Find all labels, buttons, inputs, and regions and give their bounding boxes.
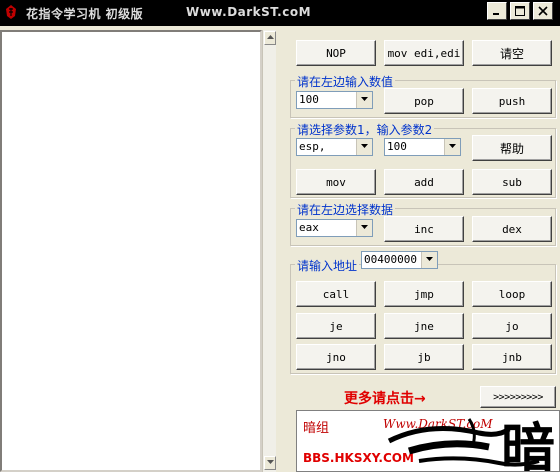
scroll-down-button[interactable] bbox=[264, 456, 276, 470]
brush-logo-icon: 暗 bbox=[387, 416, 555, 472]
more-link-text: 更多请点击→ bbox=[344, 391, 426, 407]
value-combo-text: 100 bbox=[299, 93, 319, 106]
value-combo[interactable]: 100 bbox=[296, 91, 373, 109]
param2-combo-arrow[interactable] bbox=[444, 139, 460, 155]
maximize-icon bbox=[515, 6, 525, 16]
nop-button[interactable]: NOP bbox=[296, 40, 376, 66]
close-icon bbox=[538, 6, 548, 16]
param2-combo-text: 100 bbox=[387, 140, 407, 153]
inc-button[interactable]: inc bbox=[384, 216, 464, 242]
arrow-up-icon bbox=[266, 35, 274, 39]
address-combo-arrow[interactable] bbox=[421, 252, 437, 268]
maximize-button[interactable] bbox=[510, 2, 530, 20]
ad-banner[interactable]: 暗组 Www.DarkST.coM BBS.HKSXY.COM 暗 bbox=[296, 410, 560, 472]
jno-button[interactable]: jno bbox=[296, 344, 376, 370]
params-legend: 请选择参数1，输入参数2 bbox=[295, 121, 435, 138]
register-combo-text: eax bbox=[299, 221, 319, 234]
jne-button[interactable]: jne bbox=[384, 313, 464, 339]
call-button[interactable]: call bbox=[296, 281, 376, 307]
window-site: Www.DarkST.coM bbox=[186, 5, 312, 19]
add-button[interactable]: add bbox=[384, 169, 464, 195]
more-button[interactable]: >>>>>>>>> bbox=[480, 386, 556, 408]
mov-edi-edi-button[interactable]: mov edi,edi bbox=[384, 40, 464, 66]
param2-combo[interactable]: 100 bbox=[384, 138, 461, 156]
address-combo-text: 00400000 bbox=[364, 253, 417, 266]
jo-button[interactable]: jo bbox=[472, 313, 552, 339]
address-combo[interactable]: 00400000 bbox=[361, 251, 438, 269]
param1-combo-arrow[interactable] bbox=[356, 139, 372, 155]
value-combo-arrow[interactable] bbox=[356, 92, 372, 108]
jmp-button[interactable]: jmp bbox=[384, 281, 464, 307]
loop-button[interactable]: loop bbox=[472, 281, 552, 307]
sub-button[interactable]: sub bbox=[472, 169, 552, 195]
title-bar: 花指令学习机 初级版 Www.DarkST.coM bbox=[0, 0, 560, 26]
app-icon bbox=[6, 5, 16, 19]
help-button[interactable]: 帮助 bbox=[472, 135, 552, 161]
window-title: 花指令学习机 初级版 bbox=[26, 7, 144, 21]
push-button[interactable]: push bbox=[472, 88, 552, 114]
ad-logo-char: 暗 bbox=[501, 416, 555, 472]
register-combo-arrow[interactable] bbox=[356, 220, 372, 236]
param1-combo[interactable]: esp, bbox=[296, 138, 373, 156]
minimize-icon bbox=[493, 13, 499, 15]
minimize-button[interactable] bbox=[487, 2, 507, 20]
chevron-down-icon bbox=[449, 144, 456, 148]
jb-button[interactable]: jb bbox=[384, 344, 464, 370]
register-combo[interactable]: eax bbox=[296, 219, 373, 237]
jnb-button[interactable]: jnb bbox=[472, 344, 552, 370]
param1-combo-text: esp, bbox=[299, 140, 326, 153]
chevron-down-icon bbox=[426, 257, 433, 261]
pop-button[interactable]: pop bbox=[384, 88, 464, 114]
chevron-down-icon bbox=[361, 97, 368, 101]
mov-button[interactable]: mov bbox=[296, 169, 376, 195]
clear-button[interactable]: 请空 bbox=[472, 40, 552, 66]
address-legend: 请输入地址 bbox=[295, 257, 360, 274]
arrow-down-icon bbox=[266, 460, 274, 464]
chevron-down-icon bbox=[361, 144, 368, 148]
ad-group-name: 暗组 bbox=[303, 421, 330, 436]
code-output-area[interactable] bbox=[0, 30, 262, 472]
input-value-legend: 请在左边输入数值 bbox=[295, 73, 396, 90]
close-button[interactable] bbox=[533, 2, 553, 20]
dex-button[interactable]: dex bbox=[472, 216, 552, 242]
select-data-legend: 请在左边选择数据 bbox=[295, 201, 396, 218]
scroll-up-button[interactable] bbox=[264, 31, 276, 45]
je-button[interactable]: je bbox=[296, 313, 376, 339]
chevron-down-icon bbox=[361, 225, 368, 229]
vertical-scrollbar[interactable] bbox=[262, 30, 276, 472]
